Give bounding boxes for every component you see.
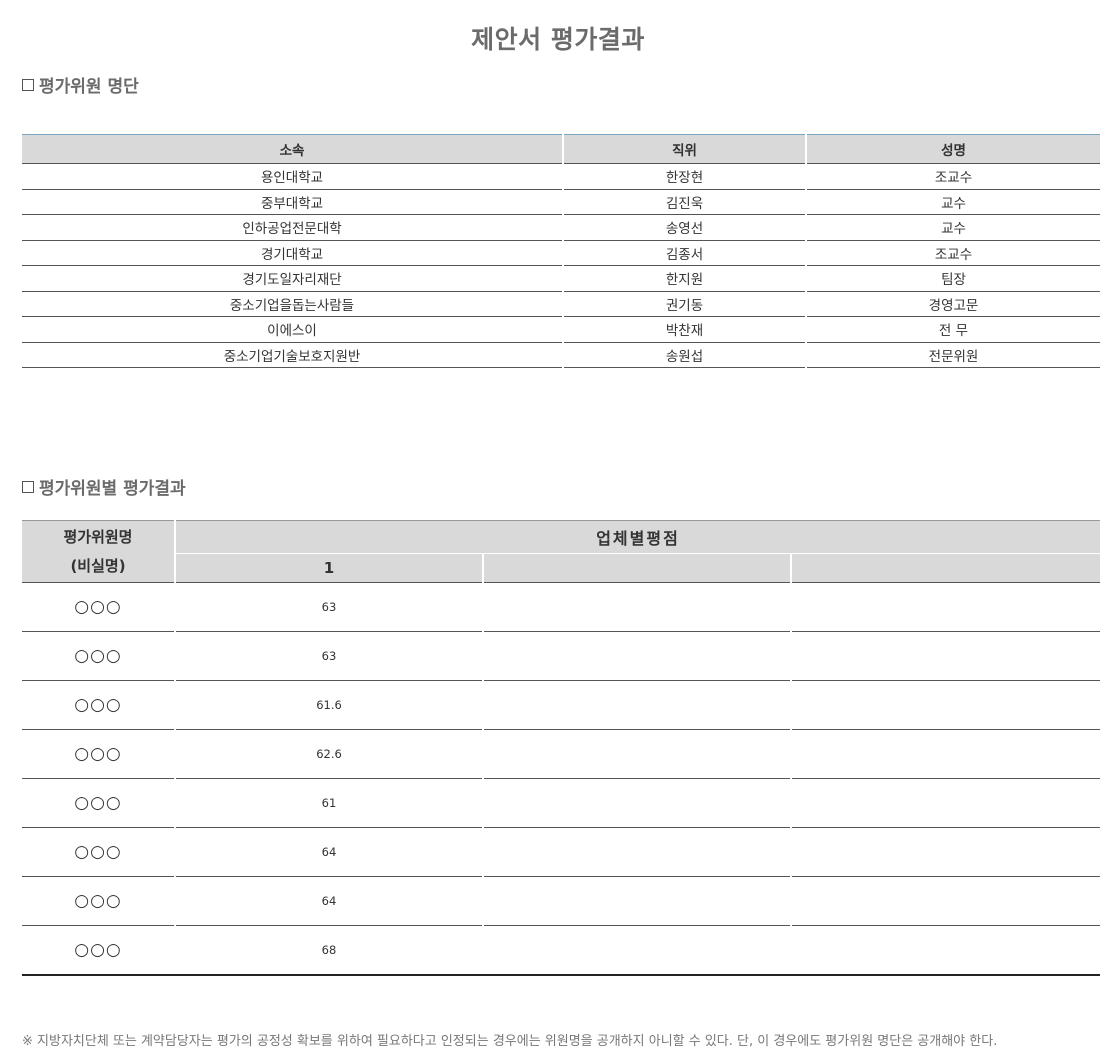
table-row: ○○○ 61.6 [22,680,1100,730]
table-cell: 인하공업전문대학 [22,214,564,241]
score-cell [791,631,1100,681]
table-row: ○○○ 63 [22,582,1100,632]
checkbox-square-icon [22,78,34,91]
table-cell: 송원섭 [563,342,807,368]
score-cell [483,925,792,976]
table-cell: 박찬재 [563,316,807,343]
table-row: ○○○ 63 [22,631,1100,681]
score-cell: 61.6 [175,680,484,730]
committee-header-row: 소속 직위 성명 [22,134,1100,164]
checkbox-square-icon [22,480,34,493]
table-cell: 중소기업을돕는사람들 [22,291,564,317]
table-cell: 경영고문 [806,291,1100,317]
table-cell: 권기동 [563,291,807,317]
column-header-position: 직위 [563,134,807,164]
table-cell: 중부대학교 [22,189,564,215]
evaluator-name: ○○○ [22,876,176,926]
page: 제안서 평가결과 평가위원 명단 소속 직위 성명 용인대학교 한장현 조교수 … [0,0,1116,1055]
score-table: 평가위원명 (비실명) 업체별평점 1 ○○○ 63 ○○○ 63 ○○○ 61… [22,520,1100,976]
table-row: 경기도일자리재단 한지원 팀장 [22,265,1100,292]
score-cell [483,827,792,877]
page-title: 제안서 평가결과 [471,25,645,54]
evaluator-name: ○○○ [22,631,176,681]
score-cell [483,778,792,828]
score-cell: 62.6 [175,729,484,779]
table-row: ○○○ 64 [22,827,1100,877]
table-cell: 한장현 [563,163,807,190]
table-cell: 경기도일자리재단 [22,265,564,292]
table-cell: 전 무 [806,316,1100,343]
table-cell: 김종서 [563,240,807,266]
score-cell [791,876,1100,926]
table-row: 용인대학교 한장현 조교수 [22,163,1100,190]
score-cell: 64 [175,827,484,877]
table-row: 중소기업을돕는사람들 권기동 경영고문 [22,291,1100,317]
score-cell [791,827,1100,877]
table-cell: 송영선 [563,214,807,241]
score-cell: 63 [175,582,484,632]
table-cell: 교수 [806,214,1100,241]
table-row: ○○○ 61 [22,778,1100,828]
committee-table: 소속 직위 성명 용인대학교 한장현 조교수 중부대학교 김진욱 교수 인하공업… [22,134,1100,368]
score-header-row-sub: 1 [22,553,1100,583]
table-cell: 전문위원 [806,342,1100,368]
table-row: 중소기업기술보호지원반 송원섭 전문위원 [22,342,1100,368]
evaluator-name: ○○○ [22,582,176,632]
disclosure-footnote: ※ 지방자치단체 또는 계약담당자는 평가의 공정성 확보를 위하여 필요하다고… [22,1034,998,1049]
company-column-header-3 [791,553,1100,583]
evaluator-name: ○○○ [22,778,176,828]
score-section-title: 평가위원별 평가결과 [39,479,186,499]
table-row: 인하공업전문대학 송영선 교수 [22,214,1100,241]
score-cell: 68 [175,925,484,976]
table-cell: 경기대학교 [22,240,564,266]
evaluator-name: ○○○ [22,827,176,877]
table-cell: 이에스이 [22,316,564,343]
score-header-row-group: 평가위원명 (비실명) 업체별평점 [22,520,1100,583]
table-cell: 조교수 [806,163,1100,190]
table-cell: 교수 [806,189,1100,215]
table-cell: 김진욱 [563,189,807,215]
score-cell [483,876,792,926]
table-row: 경기대학교 김종서 조교수 [22,240,1100,266]
company-column-header-1: 1 [175,553,484,583]
table-cell: 팀장 [806,265,1100,292]
score-cell [791,582,1100,632]
evaluator-name: ○○○ [22,729,176,779]
evaluator-header-line1: 평가위원명 [63,527,133,546]
table-cell: 조교수 [806,240,1100,266]
table-cell: 중소기업기술보호지원반 [22,342,564,368]
company-score-group-header: 업체별평점 [175,520,1100,554]
table-row: ○○○ 64 [22,876,1100,926]
evaluator-name: ○○○ [22,925,176,976]
evaluator-header-line2: (비실명) [70,556,126,575]
score-cell [483,729,792,779]
score-cell [791,680,1100,730]
company-column-header-2 [483,553,792,583]
score-cell [791,778,1100,828]
score-cell [791,925,1100,976]
score-cell: 63 [175,631,484,681]
column-header-affiliation: 소속 [22,134,564,164]
table-row: ○○○ 68 [22,925,1100,976]
committee-section-heading: 평가위원 명단 [22,72,139,97]
committee-section-title: 평가위원 명단 [39,77,139,97]
score-section-heading: 평가위원별 평가결과 [22,474,186,499]
table-row: 이에스이 박찬재 전 무 [22,316,1100,343]
table-cell: 용인대학교 [22,163,564,190]
table-row: 중부대학교 김진욱 교수 [22,189,1100,215]
evaluator-name: ○○○ [22,680,176,730]
score-cell [483,680,792,730]
table-row: ○○○ 62.6 [22,729,1100,779]
score-cell [483,631,792,681]
table-cell: 한지원 [563,265,807,292]
evaluator-column-header: 평가위원명 (비실명) [22,520,176,583]
score-cell: 61 [175,778,484,828]
score-cell [791,729,1100,779]
score-cell [483,582,792,632]
column-header-name: 성명 [806,134,1100,164]
score-cell: 64 [175,876,484,926]
